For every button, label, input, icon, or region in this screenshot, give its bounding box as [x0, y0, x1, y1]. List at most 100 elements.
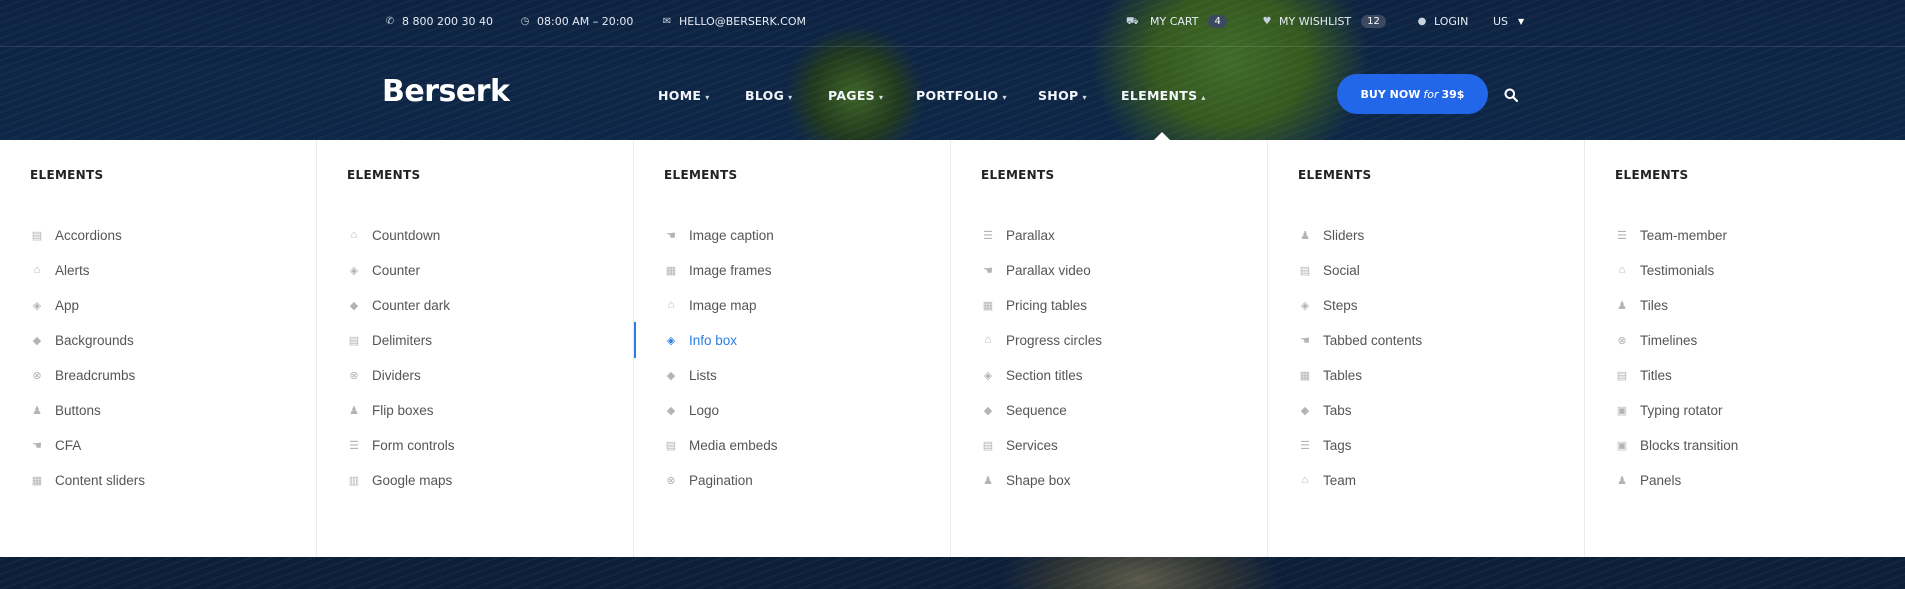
locale-value: US [1493, 15, 1509, 28]
menu-item[interactable]: ◆ Logo [664, 400, 719, 420]
card-icon: ▤ [665, 439, 677, 452]
menu-item[interactable]: ▦ Image frames [664, 260, 772, 280]
menu-item[interactable]: ◈ Steps [1298, 295, 1358, 315]
search-icon[interactable] [1504, 88, 1518, 102]
buy-now-label: BUY NOW [1360, 87, 1421, 101]
menu-item[interactable]: ♟ Sliders [1298, 225, 1364, 245]
menu-item-label: Image map [689, 297, 757, 313]
menu-item[interactable]: ◆ Tabs [1298, 400, 1352, 420]
menu-item[interactable]: ☚ Parallax video [981, 260, 1091, 280]
menu-item[interactable]: ☰ Tags [1298, 435, 1351, 455]
wishlist-count-badge: 12 [1361, 15, 1386, 28]
map-icon: ▥ [348, 474, 360, 487]
menu-item[interactable]: ⌂ Image map [664, 295, 757, 315]
grid-icon: ▦ [1299, 369, 1311, 382]
menu-item[interactable]: ▤ Accordions [30, 225, 122, 245]
cart-link[interactable]: ⛟ MY CART 4 [1126, 15, 1227, 28]
menu-item[interactable]: ⊗ Dividers [347, 365, 420, 385]
menu-item[interactable]: ⊗ Pagination [664, 470, 752, 490]
menu-item[interactable]: ▦ Content sliders [30, 470, 145, 490]
menu-column-title: ELEMENTS [664, 168, 738, 182]
menu-item[interactable]: ♟ Panels [1615, 470, 1681, 490]
menu-item[interactable]: ▤ Titles [1615, 365, 1672, 385]
chevron-down-icon: ▾ [1002, 93, 1007, 102]
person-icon: ♟ [32, 404, 42, 417]
nav-portfolio[interactable]: PORTFOLIO ▾ [916, 88, 1007, 103]
menu-item[interactable]: ▦ Pricing tables [981, 295, 1087, 315]
menu-item[interactable]: ⌂ Countdown [347, 225, 441, 245]
locale-selector[interactable]: US ▼ [1493, 15, 1524, 28]
menu-item-label: Buttons [55, 402, 101, 418]
image-icon: ▣ [1616, 439, 1628, 452]
menu-item[interactable]: ▤ Media embeds [664, 435, 778, 455]
menu-item[interactable]: ♟ Tiles [1615, 295, 1668, 315]
menu-item[interactable]: ◆ Counter dark [347, 295, 450, 315]
chevron-up-icon: ▴ [1201, 93, 1206, 102]
menu-item-label: Media embeds [689, 437, 778, 453]
menu-item[interactable]: ◆ Lists [664, 365, 717, 385]
menu-item[interactable]: ⌂ Progress circles [981, 330, 1102, 350]
menu-item[interactable]: ▣ Blocks transition [1615, 435, 1739, 455]
menu-item[interactable]: ▤ Delimiters [347, 330, 432, 350]
menu-item-label: CFA [55, 437, 82, 453]
bank-icon: ⌂ [667, 299, 675, 311]
menu-item[interactable]: ▦ Tables [1298, 365, 1362, 385]
phone-contact[interactable]: ✆ 8 800 200 30 40 [384, 15, 493, 28]
nav-shop[interactable]: SHOP ▾ [1038, 88, 1087, 103]
person-icon: ♟ [983, 474, 993, 487]
hand-icon: ☚ [983, 264, 993, 277]
menu-item[interactable]: ◆ Backgrounds [30, 330, 134, 350]
menu-item[interactable]: ⊗ Timelines [1615, 330, 1697, 350]
menu-item[interactable]: ⊗ Breadcrumbs [30, 365, 135, 385]
nav-blog[interactable]: BLOG ▾ [745, 88, 792, 103]
grid-icon: ▦ [982, 299, 994, 312]
nav-blog-label: BLOG [745, 88, 785, 103]
menu-item[interactable]: ☚ CFA [30, 435, 81, 455]
menu-item-label: Blocks transition [1640, 437, 1739, 453]
menu-item[interactable]: ▣ Typing rotator [1615, 400, 1723, 420]
menu-item[interactable]: ▥ Google maps [347, 470, 453, 490]
nav-pages[interactable]: PAGES ▾ [828, 88, 883, 103]
menu-item[interactable]: ⌂ Testimonials [1615, 260, 1715, 280]
chevron-down-icon: ▾ [879, 93, 884, 102]
site-logo[interactable]: Berserk [382, 74, 510, 109]
menu-item-label: Logo [689, 402, 720, 418]
menu-item[interactable]: ▤ Services [981, 435, 1058, 455]
menu-item[interactable]: ⌂ Alerts [30, 260, 90, 280]
menu-item[interactable]: ☰ Parallax [981, 225, 1055, 245]
wishlist-link[interactable]: ♥ MY WISHLIST 12 [1261, 15, 1386, 28]
email-contact[interactable]: ✉ HELLO@BERSERK.COM [661, 15, 806, 28]
buy-now-button[interactable]: BUY NOW for 39$ [1337, 74, 1488, 114]
menu-item[interactable]: ▤ Social [1298, 260, 1360, 280]
bank-icon: ⌂ [1301, 474, 1309, 486]
elements-mega-menu: ELEMENTS ▤ Accordions ⌂ Alerts ◈ App ◆ Backgroun… [0, 140, 1905, 557]
diamond-icon: ◆ [349, 299, 359, 312]
menu-item-label: Team [1323, 472, 1357, 488]
menu-item[interactable]: ☚ Tabbed contents [1298, 330, 1422, 350]
menu-item[interactable]: ◆ Sequence [981, 400, 1067, 420]
menu-item[interactable]: ☚ Image caption [664, 225, 774, 245]
lifebuoy-icon: ⊗ [32, 369, 42, 382]
login-link[interactable]: ● LOGIN [1416, 15, 1469, 28]
menu-item[interactable]: ◈ App [30, 295, 79, 315]
nav-portfolio-label: PORTFOLIO [916, 88, 999, 103]
menu-item-label: Backgrounds [55, 332, 134, 348]
menu-item[interactable]: ⌂ Team [1298, 470, 1356, 490]
menu-item[interactable]: ◈ Section titles [981, 365, 1083, 385]
card-icon: ▤ [348, 334, 360, 347]
nav-elements[interactable]: ELEMENTS ▴ [1121, 88, 1206, 103]
menu-item[interactable]: ♟ Shape box [981, 470, 1071, 490]
menu-item-label: Lists [689, 367, 717, 383]
menu-item[interactable]: ◈ Counter [347, 260, 420, 280]
menu-item[interactable]: ☰ Team-member [1615, 225, 1727, 245]
image-icon: ▣ [1616, 404, 1628, 417]
menu-item-label: Steps [1323, 297, 1358, 313]
dropdown-pointer [1154, 132, 1170, 140]
menu-item[interactable]: ☰ Form controls [347, 435, 454, 455]
menu-item[interactable]: ♟ Flip boxes [347, 400, 433, 420]
cube-icon: ◈ [983, 369, 993, 382]
menu-item[interactable]: ◈ Info box [664, 330, 737, 350]
nav-home[interactable]: HOME ▾ [658, 88, 710, 103]
menu-column-title: ELEMENTS [981, 168, 1055, 182]
menu-item[interactable]: ♟ Buttons [30, 400, 101, 420]
